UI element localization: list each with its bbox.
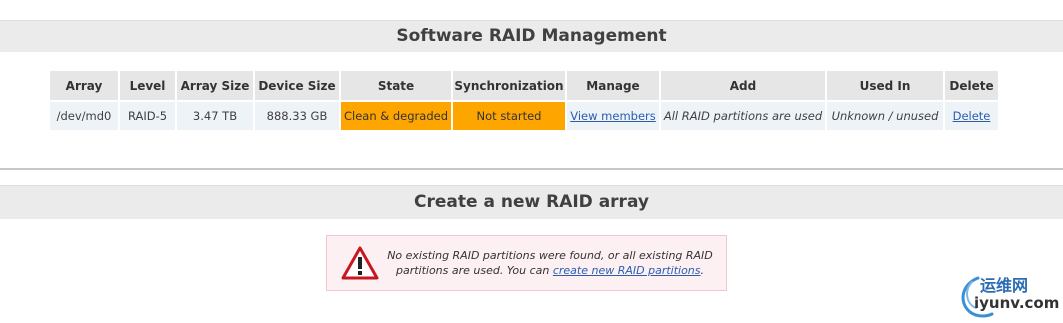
column-header-manage: Manage <box>567 71 659 100</box>
state-cell: Clean & degraded <box>341 102 451 130</box>
site-watermark: 运维网 iyunv.com <box>958 268 1062 320</box>
table-header-row: Array Level Array Size Device Size State… <box>50 71 998 100</box>
level-cell: RAID-5 <box>120 102 175 130</box>
synchronization-cell: Not started <box>453 102 565 130</box>
create-raid-title: Create a new RAID array <box>0 185 1063 219</box>
column-header-used-in: Used In <box>827 71 943 100</box>
delete-link[interactable]: Delete <box>953 109 991 123</box>
device-size-cell: 888.33 GB <box>255 102 339 130</box>
watermark-text-cn: 运维网 <box>980 276 1029 295</box>
no-partitions-notice: No existing RAID partitions were found, … <box>326 235 727 291</box>
column-header-array-size: Array Size <box>177 71 253 100</box>
column-header-array: Array <box>50 71 118 100</box>
manage-cell: View members <box>567 102 659 130</box>
column-header-add: Add <box>661 71 825 100</box>
column-header-device-size: Device Size <box>255 71 339 100</box>
section-divider <box>0 168 1063 170</box>
table-row: /dev/md0 RAID-5 3.47 TB 888.33 GB Clean … <box>50 102 998 130</box>
array-size-cell: 3.47 TB <box>177 102 253 130</box>
raid-arrays-table: Array Level Array Size Device Size State… <box>48 69 1000 132</box>
notice-text-end: . <box>700 264 705 277</box>
used-in-cell: Unknown / unused <box>827 102 943 130</box>
view-members-link[interactable]: View members <box>570 109 656 123</box>
warning-icon <box>341 246 379 280</box>
column-header-delete: Delete <box>945 71 998 100</box>
raid-management-title: Software RAID Management <box>0 20 1063 52</box>
create-raid-partitions-link[interactable]: create new RAID partitions <box>553 264 701 277</box>
column-header-state: State <box>341 71 451 100</box>
delete-cell: Delete <box>945 102 998 130</box>
watermark-text-en: iyunv.com <box>974 294 1060 312</box>
add-cell: All RAID partitions are used <box>661 102 825 130</box>
array-cell: /dev/md0 <box>50 102 118 130</box>
column-header-level: Level <box>120 71 175 100</box>
notice-message: No existing RAID partitions were found, … <box>387 248 713 278</box>
column-header-synchronization: Synchronization <box>453 71 565 100</box>
